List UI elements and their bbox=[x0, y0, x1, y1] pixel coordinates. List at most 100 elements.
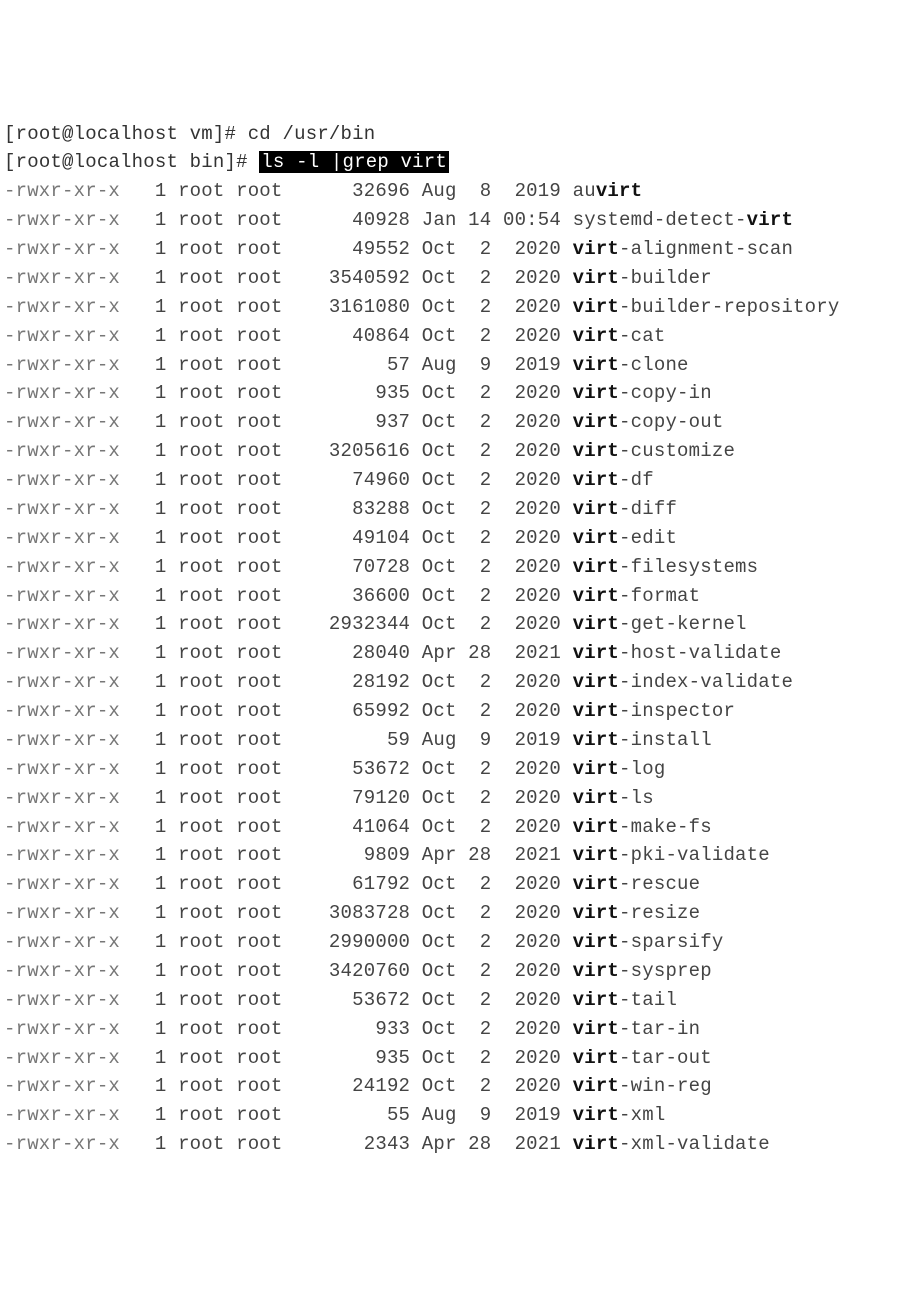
file-name: virt-host-validate bbox=[573, 642, 782, 664]
file-group: root bbox=[236, 787, 282, 809]
file-size: 933 bbox=[294, 1018, 410, 1040]
prompt-host: localhost bbox=[74, 151, 178, 173]
file-size: 57 bbox=[294, 354, 410, 376]
file-name: virt-df bbox=[573, 469, 654, 491]
prompt-cwd: bin bbox=[190, 151, 225, 173]
file-size: 49104 bbox=[294, 527, 410, 549]
file-link-count: 1 bbox=[132, 354, 167, 376]
file-name: virt-xml bbox=[573, 1104, 666, 1126]
file-date: Oct 2 2020 bbox=[422, 1047, 561, 1069]
file-row: -rwxr-xr-x 1 root root 2990000 Oct 2 202… bbox=[4, 928, 920, 957]
file-date: Oct 2 2020 bbox=[422, 873, 561, 895]
terminal-output[interactable]: [root@localhost vm]# cd /usr/bin[root@lo… bbox=[4, 120, 920, 1160]
file-permissions: -rwxr-xr-x bbox=[4, 267, 120, 289]
file-group: root bbox=[236, 1075, 282, 1097]
file-name: virt-ls bbox=[573, 787, 654, 809]
file-owner: root bbox=[178, 1133, 224, 1155]
file-group: root bbox=[236, 758, 282, 780]
file-row: -rwxr-xr-x 1 root root 3205616 Oct 2 202… bbox=[4, 437, 920, 466]
file-size: 53672 bbox=[294, 758, 410, 780]
file-permissions: -rwxr-xr-x bbox=[4, 527, 120, 549]
file-row: -rwxr-xr-x 1 root root 935 Oct 2 2020 vi… bbox=[4, 379, 920, 408]
file-group: root bbox=[236, 585, 282, 607]
file-permissions: -rwxr-xr-x bbox=[4, 354, 120, 376]
file-date: Oct 2 2020 bbox=[422, 238, 561, 260]
file-name: virt-get-kernel bbox=[573, 613, 747, 635]
file-date: Oct 2 2020 bbox=[422, 1018, 561, 1040]
file-name: virt-win-reg bbox=[573, 1075, 712, 1097]
file-date: Oct 2 2020 bbox=[422, 382, 561, 404]
file-date: Aug 9 2019 bbox=[422, 1104, 561, 1126]
file-owner: root bbox=[178, 469, 224, 491]
file-owner: root bbox=[178, 1104, 224, 1126]
file-row: -rwxr-xr-x 1 root root 935 Oct 2 2020 vi… bbox=[4, 1044, 920, 1073]
highlighted-command: ls -l |grep virt bbox=[259, 151, 449, 173]
file-permissions: -rwxr-xr-x bbox=[4, 296, 120, 318]
file-size: 74960 bbox=[294, 469, 410, 491]
file-link-count: 1 bbox=[132, 844, 167, 866]
file-link-count: 1 bbox=[132, 671, 167, 693]
file-size: 59 bbox=[294, 729, 410, 751]
file-name: virt-install bbox=[573, 729, 712, 751]
file-permissions: -rwxr-xr-x bbox=[4, 989, 120, 1011]
file-link-count: 1 bbox=[132, 902, 167, 924]
file-link-count: 1 bbox=[132, 382, 167, 404]
file-name: virt-copy-in bbox=[573, 382, 712, 404]
file-permissions: -rwxr-xr-x bbox=[4, 411, 120, 433]
prompt-line: [root@localhost bin]# ls -l |grep virt bbox=[4, 148, 920, 177]
file-link-count: 1 bbox=[132, 556, 167, 578]
file-date: Oct 2 2020 bbox=[422, 700, 561, 722]
file-link-count: 1 bbox=[132, 411, 167, 433]
file-date: Oct 2 2020 bbox=[422, 960, 561, 982]
file-link-count: 1 bbox=[132, 267, 167, 289]
file-owner: root bbox=[178, 296, 224, 318]
file-owner: root bbox=[178, 700, 224, 722]
file-name: virt-rescue bbox=[573, 873, 701, 895]
file-date: Oct 2 2020 bbox=[422, 902, 561, 924]
file-group: root bbox=[236, 902, 282, 924]
file-permissions: -rwxr-xr-x bbox=[4, 787, 120, 809]
file-row: -rwxr-xr-x 1 root root 2343 Apr 28 2021 … bbox=[4, 1130, 920, 1159]
file-group: root bbox=[236, 1018, 282, 1040]
file-owner: root bbox=[178, 758, 224, 780]
file-size: 83288 bbox=[294, 498, 410, 520]
file-date: Aug 8 2019 bbox=[422, 180, 561, 202]
file-permissions: -rwxr-xr-x bbox=[4, 382, 120, 404]
file-link-count: 1 bbox=[132, 1047, 167, 1069]
file-row: -rwxr-xr-x 1 root root 3540592 Oct 2 202… bbox=[4, 264, 920, 293]
file-date: Oct 2 2020 bbox=[422, 440, 561, 462]
file-size: 65992 bbox=[294, 700, 410, 722]
file-owner: root bbox=[178, 527, 224, 549]
file-name: virt-log bbox=[573, 758, 666, 780]
file-row: -rwxr-xr-x 1 root root 79120 Oct 2 2020 … bbox=[4, 784, 920, 813]
file-name: virt-xml-validate bbox=[573, 1133, 770, 1155]
file-row: -rwxr-xr-x 1 root root 55 Aug 9 2019 vir… bbox=[4, 1101, 920, 1130]
file-permissions: -rwxr-xr-x bbox=[4, 180, 120, 202]
file-permissions: -rwxr-xr-x bbox=[4, 1075, 120, 1097]
file-name: virt-filesystems bbox=[573, 556, 759, 578]
file-permissions: -rwxr-xr-x bbox=[4, 556, 120, 578]
file-row: -rwxr-xr-x 1 root root 3161080 Oct 2 202… bbox=[4, 293, 920, 322]
file-row: -rwxr-xr-x 1 root root 32696 Aug 8 2019 … bbox=[4, 177, 920, 206]
file-date: Oct 2 2020 bbox=[422, 931, 561, 953]
file-size: 40864 bbox=[294, 325, 410, 347]
file-date: Oct 2 2020 bbox=[422, 527, 561, 549]
file-permissions: -rwxr-xr-x bbox=[4, 613, 120, 635]
file-link-count: 1 bbox=[132, 209, 167, 231]
file-permissions: -rwxr-xr-x bbox=[4, 671, 120, 693]
file-owner: root bbox=[178, 989, 224, 1011]
file-link-count: 1 bbox=[132, 1075, 167, 1097]
file-owner: root bbox=[178, 1047, 224, 1069]
file-size: 28040 bbox=[294, 642, 410, 664]
file-group: root bbox=[236, 267, 282, 289]
file-row: -rwxr-xr-x 1 root root 53672 Oct 2 2020 … bbox=[4, 755, 920, 784]
file-size: 937 bbox=[294, 411, 410, 433]
file-name: virt-pki-validate bbox=[573, 844, 770, 866]
file-owner: root bbox=[178, 238, 224, 260]
file-name: virt-tar-out bbox=[573, 1047, 712, 1069]
file-row: -rwxr-xr-x 1 root root 28040 Apr 28 2021… bbox=[4, 639, 920, 668]
file-owner: root bbox=[178, 844, 224, 866]
file-size: 2932344 bbox=[294, 613, 410, 635]
file-group: root bbox=[236, 729, 282, 751]
file-size: 55 bbox=[294, 1104, 410, 1126]
